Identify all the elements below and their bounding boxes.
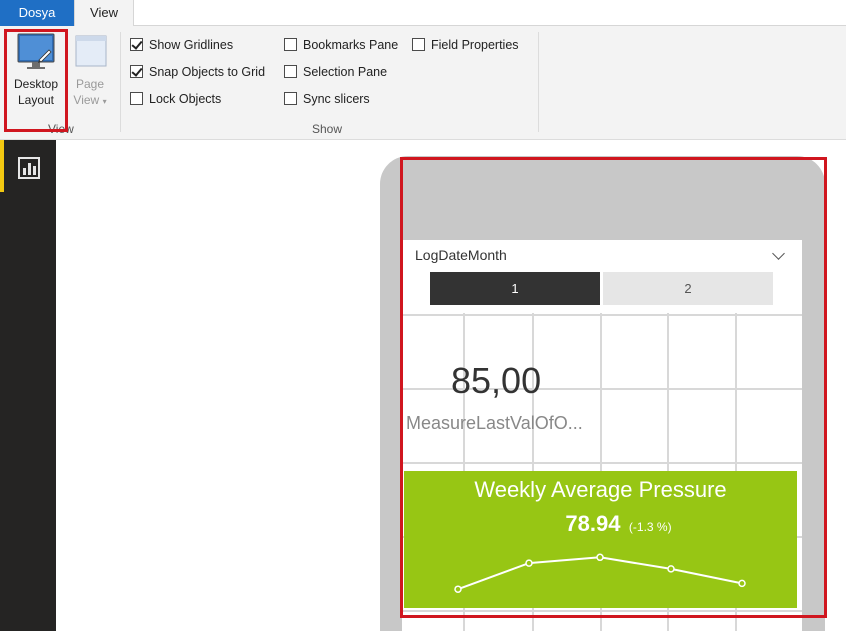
group-divider — [120, 32, 121, 132]
field-properties-label: Field Properties — [431, 38, 519, 52]
checkbox-unchecked-icon — [130, 92, 143, 105]
show-gridlines-checkbox[interactable]: Show Gridlines — [130, 36, 233, 54]
selection-pane-checkbox[interactable]: Selection Pane — [284, 63, 387, 81]
phone-layout-highlight — [400, 157, 827, 618]
checkbox-unchecked-icon — [412, 38, 425, 51]
sync-slicers-checkbox[interactable]: Sync slicers — [284, 90, 370, 108]
show-gridlines-label: Show Gridlines — [149, 38, 234, 52]
page-view-label-1: Page — [75, 77, 105, 91]
lock-objects-label: Lock Objects — [149, 92, 222, 106]
snap-to-grid-checkbox[interactable]: Snap Objects to Grid — [130, 63, 265, 81]
checkbox-checked-icon — [130, 38, 143, 51]
page-view-icon — [75, 35, 107, 67]
dropdown-arrow-icon: ▾ — [102, 97, 107, 106]
snap-to-grid-label: Snap Objects to Grid — [149, 65, 266, 79]
bookmarks-pane-checkbox[interactable]: Bookmarks Pane — [284, 36, 398, 54]
desktop-layout-highlight — [4, 29, 68, 132]
report-icon[interactable] — [18, 157, 40, 179]
active-view-indicator — [0, 140, 4, 192]
lock-objects-checkbox[interactable]: Lock Objects — [130, 90, 221, 108]
checkbox-unchecked-icon — [284, 92, 297, 105]
checkbox-unchecked-icon — [284, 65, 297, 78]
selection-pane-label: Selection Pane — [303, 65, 388, 79]
checkbox-unchecked-icon — [284, 38, 297, 51]
tab-file[interactable]: Dosya — [0, 0, 74, 26]
field-properties-checkbox[interactable]: Field Properties — [412, 36, 519, 54]
bookmarks-pane-label: Bookmarks Pane — [303, 38, 399, 52]
tab-view[interactable]: View — [74, 0, 134, 27]
checkbox-checked-icon — [130, 65, 143, 78]
page-view-button[interactable]: Page View ▾ — [62, 32, 118, 110]
sync-slicers-label: Sync slicers — [303, 92, 370, 106]
left-nav-rail — [0, 140, 56, 631]
ribbon-tab-bar: Dosya View — [0, 0, 846, 27]
group-divider — [538, 32, 539, 132]
show-group-label: Show — [312, 122, 343, 136]
page-view-label-2: View ▾ — [73, 93, 107, 107]
ribbon: Desktop Layout Page View ▾ View Show Gri… — [0, 26, 846, 140]
